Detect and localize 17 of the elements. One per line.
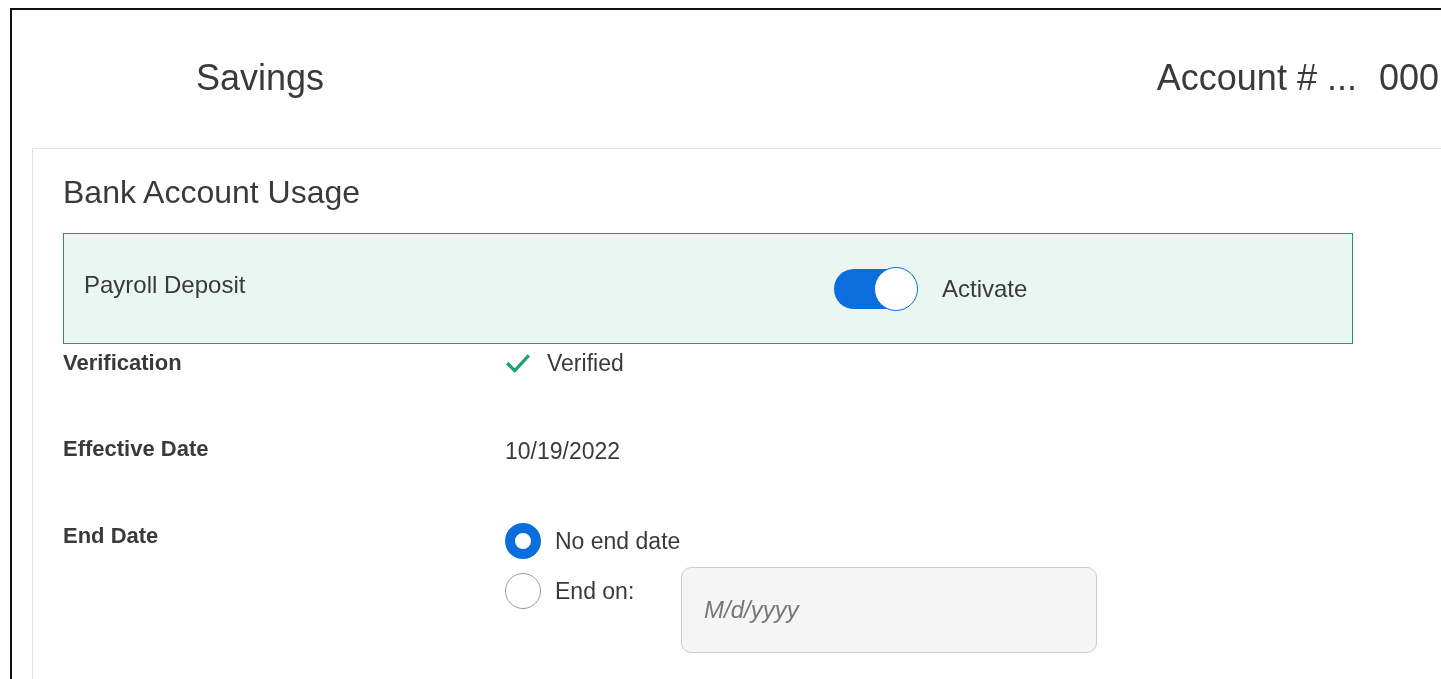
status-text: Verified: [547, 350, 624, 377]
toggle-label: Activate: [942, 274, 1028, 303]
field-value: 10/19/2022: [505, 438, 621, 465]
radio-label[interactable]: End on:: [555, 573, 667, 609]
page-title: Savings: [196, 57, 325, 99]
usage-label: Payroll Deposit: [83, 270, 247, 299]
radio-button[interactable]: [505, 573, 541, 609]
account-number: 000: [1378, 57, 1439, 99]
toggle-switch[interactable]: [834, 268, 916, 309]
field-label: Effective Date: [63, 436, 210, 462]
account-label: Account # ...: [1156, 57, 1357, 99]
field-label: Verification: [63, 350, 183, 376]
date-input-field[interactable]: M/d/yyyy: [681, 567, 1097, 653]
section-title: Bank Account Usage: [63, 174, 362, 211]
radio-label[interactable]: No end date: [555, 523, 681, 559]
radio-button[interactable]: [505, 523, 541, 559]
field-label: End Date: [63, 522, 160, 549]
